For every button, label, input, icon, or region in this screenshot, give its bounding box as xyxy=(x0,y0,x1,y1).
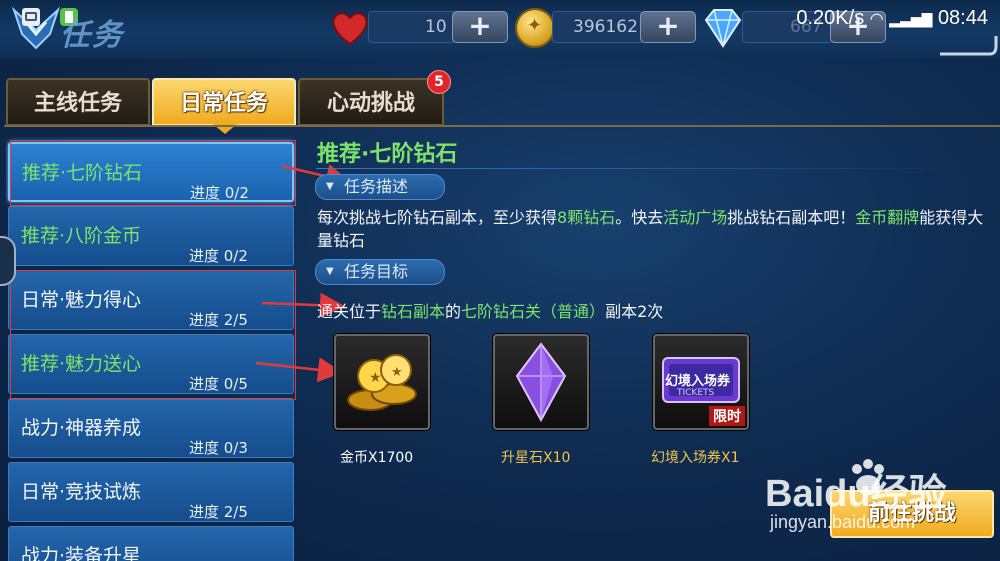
watermark-url: jingyan.baidu.com xyxy=(770,512,916,532)
goal-text: 通关位于 xyxy=(317,302,382,321)
desc-highlight: 活动广场 xyxy=(663,208,728,227)
signal-icon: ▂▃▅▇ xyxy=(889,11,933,27)
reward-star-stone-slot[interactable] xyxy=(493,334,589,430)
triangle-down-icon: ▼ xyxy=(326,266,334,277)
section-label: 任务描述 xyxy=(344,177,409,196)
task-progress: 进度 2/5 xyxy=(189,503,248,521)
tab-main-quest[interactable]: 主线任务 xyxy=(6,78,150,126)
reward-ticket-slot[interactable]: 幻境入场券 TICKETS 限时 xyxy=(653,334,749,430)
task-description: 每次挑战七阶钻石副本，至少获得8颗钻石。快去活动广场挑战钻石副本吧！金币翻牌能获… xyxy=(317,206,989,252)
triangle-down-icon: ▼ xyxy=(326,181,334,192)
task-name: 日常·竞技试炼 xyxy=(21,481,142,503)
desc-highlight: 金币翻牌 xyxy=(855,208,920,227)
tab-heart-challenge[interactable]: 心动挑战 xyxy=(298,78,444,126)
tab-divider xyxy=(4,125,1000,127)
gold-count: 396162 xyxy=(573,17,638,37)
gold-coin-icon xyxy=(515,8,555,48)
task-name: 战力·神器养成 xyxy=(21,417,142,439)
annotation-box xyxy=(10,270,296,400)
section-goal-tag: ▼ 任务目标 xyxy=(315,259,445,285)
reward-ticket-label: 幻境入场券X1 xyxy=(651,450,740,466)
add-gold-button[interactable]: + xyxy=(640,11,696,43)
desc-text: 挑战钻石副本吧！ xyxy=(727,208,856,227)
task-name: 战力·装备升星 xyxy=(21,545,142,561)
side-drawer-handle[interactable] xyxy=(0,236,16,286)
notification-badge: 5 xyxy=(427,70,451,94)
task-item-artifact[interactable]: 战力·神器养成 进度 0/3 xyxy=(8,398,294,458)
top-bar: 任务 10 + 396162 + 667 + 0.20K/s ◠ ▂▃▅▇ 08… xyxy=(0,0,1000,58)
reward-gold-label: 金币X1700 xyxy=(340,450,414,466)
ticket-subtext: TICKETS xyxy=(677,388,715,398)
desc-text: 每次挑战七阶钻石副本，至少获得 xyxy=(317,208,558,227)
task-detail-title: 推荐·七阶钻石 xyxy=(317,142,458,167)
heart-icon xyxy=(332,12,368,46)
section-description-tag: ▼ 任务描述 xyxy=(315,174,445,200)
network-speed: 0.20K/s xyxy=(796,7,865,29)
task-name: 推荐·八阶金币 xyxy=(21,225,142,247)
goal-highlight: 七阶钻石关（普通） xyxy=(461,302,606,321)
hearts-count: 10 xyxy=(425,17,447,37)
desc-text: 。快去 xyxy=(615,208,664,227)
reward-gold-slot[interactable]: ★ ★ xyxy=(334,334,430,430)
task-item-equip-star[interactable]: 战力·装备升星 xyxy=(8,526,294,561)
task-goal: 通关位于钻石副本的七阶钻石关（普通）副本2次 xyxy=(317,298,663,322)
diamond-icon xyxy=(704,9,742,48)
task-item-arena[interactable]: 日常·竞技试炼 进度 2/5 xyxy=(8,462,294,522)
svg-text:★: ★ xyxy=(391,365,403,380)
add-hearts-button[interactable]: + xyxy=(452,11,508,43)
goal-text: 副本2次 xyxy=(605,302,664,321)
gallery-icon xyxy=(22,8,40,26)
tab-daily-quest[interactable]: 日常任务 xyxy=(152,78,296,126)
back-arrow-icon[interactable] xyxy=(930,26,1000,56)
gold-coins-icon: ★ ★ xyxy=(347,354,417,411)
ticket-text: 幻境入场券 xyxy=(665,374,731,389)
section-label: 任务目标 xyxy=(344,262,409,281)
limited-time-tag: 限时 xyxy=(709,406,745,426)
star-stone-icon xyxy=(515,342,567,423)
reward-star-stone-label: 升星石X10 xyxy=(501,450,571,466)
desc-highlight: 8颗钻石 xyxy=(557,208,616,227)
annotation-box xyxy=(10,140,296,206)
svg-text:★: ★ xyxy=(369,370,382,386)
task-progress: 进度 0/3 xyxy=(189,439,248,457)
divider xyxy=(316,168,956,169)
goal-text: 的 xyxy=(445,302,462,321)
wifi-icon: ◠ xyxy=(869,11,884,28)
watermark-brand: Baidu经验 xyxy=(765,473,947,515)
goal-highlight: 钻石副本 xyxy=(381,302,446,321)
task-item-gold8[interactable]: 推荐·八阶金币 进度 0/2 xyxy=(8,206,294,266)
task-progress: 进度 0/2 xyxy=(189,247,248,265)
page-title: 任务 xyxy=(60,18,124,53)
